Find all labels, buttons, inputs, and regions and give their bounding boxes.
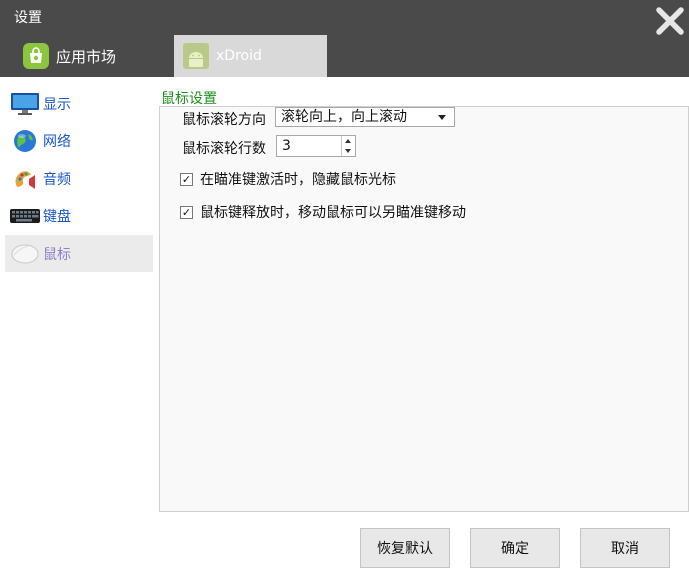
scroll-lines-stepper[interactable]: 3	[276, 135, 356, 157]
close-icon	[656, 7, 684, 35]
move-aim-key-checkbox[interactable]: ✓	[180, 205, 193, 219]
move-aim-key-checkbox-row[interactable]: ✓ 鼠标键释放时，移动鼠标可以另瞄准键移动	[180, 203, 466, 221]
stepper-up-icon[interactable]	[342, 136, 355, 146]
hide-cursor-checkbox[interactable]: ✓	[180, 172, 193, 186]
scroll-lines-value: 3	[282, 138, 291, 154]
app-market-icon	[22, 42, 50, 70]
stepper-down-icon[interactable]	[342, 146, 355, 156]
android-icon	[182, 42, 210, 70]
sidebar-item-display[interactable]: 显示	[5, 85, 153, 122]
sidebar-item-keyboard[interactable]: 键盘	[5, 197, 153, 234]
move-aim-key-label: 鼠标键释放时，移动鼠标可以另瞄准键移动	[200, 205, 466, 221]
sidebar: 显示 网络 音频 键盘 鼠标	[0, 77, 158, 586]
title-bar: 设置 应用市场 xDroid	[0, 0, 689, 77]
section-title: 鼠标设置	[161, 91, 217, 107]
ok-button[interactable]: 确定	[470, 528, 560, 568]
hide-cursor-label: 在瞄准键激活时，隐藏鼠标光标	[200, 172, 396, 188]
scroll-direction-value: 滚轮向上，向上滚动	[281, 109, 407, 125]
stepper-buttons	[341, 136, 355, 156]
tab-label: xDroid	[216, 48, 262, 64]
scroll-lines-label: 鼠标滚轮行数	[182, 141, 266, 157]
globe-icon	[9, 128, 41, 154]
hide-cursor-checkbox-row[interactable]: ✓ 在瞄准键激活时，隐藏鼠标光标	[180, 170, 396, 188]
chevron-down-icon	[438, 115, 446, 120]
sidebar-item-label: 网络	[43, 133, 71, 150]
sidebar-item-mouse[interactable]: 鼠标	[5, 235, 153, 272]
monitor-icon	[9, 91, 41, 117]
scroll-direction-select[interactable]: 滚轮向上，向上滚动	[275, 107, 455, 127]
sidebar-item-label: 显示	[43, 96, 71, 113]
tab-xdroid[interactable]: xDroid	[174, 35, 327, 77]
sidebar-item-network[interactable]: 网络	[5, 122, 153, 159]
mouse-icon	[9, 241, 41, 267]
tab-app-market[interactable]: 应用市场	[14, 35, 164, 77]
sidebar-item-label: 键盘	[43, 208, 71, 225]
tab-label: 应用市场	[56, 47, 117, 66]
settings-panel	[159, 106, 689, 512]
scroll-direction-label: 鼠标滚轮方向	[182, 112, 266, 128]
close-button[interactable]	[655, 6, 685, 36]
keyboard-icon	[9, 203, 41, 229]
restore-defaults-button[interactable]: 恢复默认	[360, 528, 450, 568]
sidebar-item-label: 鼠标	[43, 246, 71, 263]
sidebar-item-label: 音频	[43, 171, 71, 188]
audio-icon	[9, 166, 41, 192]
cancel-button[interactable]: 取消	[580, 528, 670, 568]
window-title: 设置	[14, 10, 42, 26]
sidebar-item-audio[interactable]: 音频	[5, 160, 153, 197]
